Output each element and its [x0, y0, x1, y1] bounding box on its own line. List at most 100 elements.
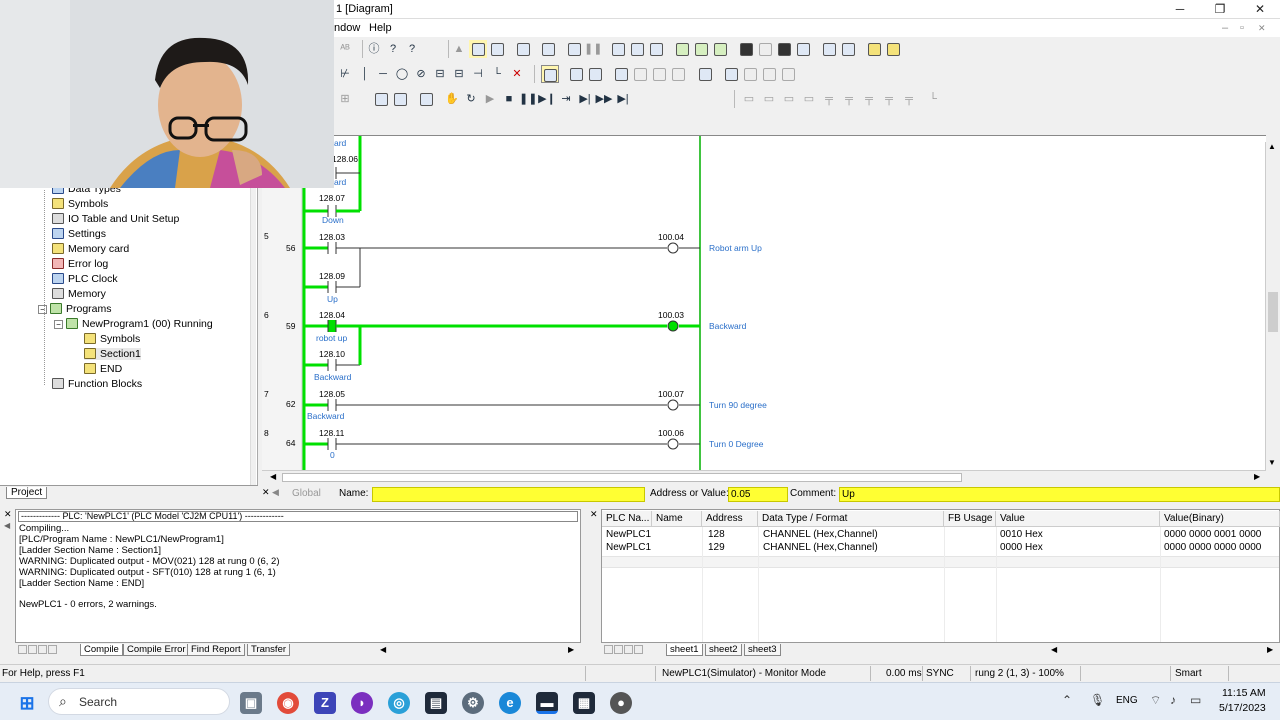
column-header[interactable]: Value(Binary)	[1160, 511, 1280, 527]
tree-item-section1[interactable]: Section1	[84, 348, 141, 360]
vertical-scrollbar[interactable]: ▲ ▼	[1265, 142, 1280, 470]
align3-icon[interactable]: ▭	[780, 90, 798, 108]
table2-icon[interactable]	[722, 65, 740, 83]
table-cell[interactable]: NewPLC1	[602, 529, 651, 540]
table-cell[interactable]: CHANNEL (Hex,Channel)	[759, 529, 878, 540]
mdi-restore-button[interactable]: ▫	[1240, 22, 1244, 34]
tab-project[interactable]: Project	[6, 487, 48, 499]
volume-icon[interactable]: ♪	[1170, 693, 1176, 707]
collapse-icon[interactable]: −	[38, 305, 47, 314]
edge-icon[interactable]: e	[499, 692, 521, 714]
contact-nc-icon[interactable]: ⊬	[336, 65, 354, 83]
step-in-icon[interactable]: ⇥	[557, 90, 575, 108]
tool-icon[interactable]	[839, 40, 857, 58]
chevron-up-icon[interactable]: ⌃	[1062, 693, 1072, 707]
stop-icon[interactable]: ■	[500, 90, 518, 108]
tree-item-settings[interactable]: Settings	[52, 228, 106, 240]
step-out-icon[interactable]: ▶|	[614, 90, 632, 108]
select-mode-icon[interactable]	[541, 65, 559, 83]
zoom-icon[interactable]	[567, 65, 585, 83]
force-cancel-icon[interactable]	[711, 40, 729, 58]
tree-item-plc-clock[interactable]: PLC Clock	[52, 273, 118, 285]
tab-sheet3[interactable]: sheet3	[744, 644, 781, 656]
close-icon[interactable]: ✕	[590, 509, 598, 520]
context-help-icon[interactable]: ?	[403, 40, 421, 58]
tab-transfer[interactable]: Transfer	[247, 644, 291, 656]
scroll-right-icon[interactable]: ▶	[568, 645, 574, 654]
find-icon[interactable]	[628, 40, 646, 58]
tab-find-report[interactable]: Find Report	[187, 644, 245, 656]
block2-icon[interactable]	[631, 65, 649, 83]
fb-icon[interactable]: ⊣	[469, 65, 487, 83]
wifi-icon[interactable]: ⌔	[1150, 693, 1161, 708]
scroll-thumb[interactable]	[282, 473, 962, 482]
up-icon[interactable]: ▲	[450, 40, 468, 58]
scroll-left-icon[interactable]: ◀	[1051, 645, 1057, 654]
window4-icon[interactable]	[794, 40, 812, 58]
tree-item-programs[interactable]: − Programs	[38, 303, 112, 315]
table4-icon[interactable]	[760, 65, 778, 83]
coil-nc-icon[interactable]: ⊘	[412, 65, 430, 83]
tab-sheet2[interactable]: sheet2	[705, 644, 742, 656]
info-icon[interactable]: ⓘ	[365, 40, 383, 58]
plc-mode-icon[interactable]	[565, 40, 583, 58]
coil-address[interactable]: 100.07	[658, 389, 684, 399]
app-icon[interactable]: Z	[314, 692, 336, 714]
language-indicator[interactable]: ENG	[1116, 695, 1138, 706]
close-icon[interactable]: ✕	[4, 509, 12, 520]
contact-address[interactable]: 128.03	[319, 232, 345, 242]
tab-compile-error[interactable]: Compile Error	[123, 644, 190, 656]
table-cell[interactable]: 0000 0000 0000 0000	[1160, 542, 1261, 553]
table-cell[interactable]: 0000 Hex	[996, 542, 1043, 553]
align7-icon[interactable]: ╤	[860, 90, 878, 108]
mdi-close-button[interactable]: ✕	[1258, 23, 1266, 34]
horizontal-scrollbar[interactable]: ◀ ▶	[262, 470, 1266, 484]
dock-icon[interactable]: ◀	[4, 521, 10, 530]
coil-address[interactable]: 100.04	[658, 232, 684, 242]
table-cell[interactable]: 0010 Hex	[996, 529, 1043, 540]
align8-icon[interactable]: ╤	[880, 90, 898, 108]
tree-item-memory[interactable]: Memory	[52, 288, 106, 300]
instruction-icon[interactable]: ⊟	[431, 65, 449, 83]
table3-icon[interactable]	[741, 65, 759, 83]
run-icon[interactable]: ▶	[481, 90, 499, 108]
contact-address[interactable]: 128.05	[319, 389, 345, 399]
align2-icon[interactable]: ▭	[760, 90, 778, 108]
clock-time[interactable]: 11:15 AM	[1222, 687, 1266, 699]
force-on-icon[interactable]	[673, 40, 691, 58]
cx-programmer-icon[interactable]: ▬	[536, 692, 558, 714]
mdi-minimize-button[interactable]: ‒	[1222, 22, 1228, 34]
step-over-icon[interactable]: ▶|	[576, 90, 594, 108]
column-header[interactable]: Value	[996, 511, 1160, 527]
fast-forward-icon[interactable]: ▶▶	[595, 90, 613, 108]
ab-icon[interactable]: ᴬᴮ	[336, 40, 354, 58]
vertical-line-icon[interactable]: │	[356, 65, 374, 83]
table5-icon[interactable]	[779, 65, 797, 83]
tab-sheet1[interactable]: sheet1	[666, 644, 703, 656]
tree-item-memory-card[interactable]: Memory card	[52, 243, 129, 255]
align9-icon[interactable]: ╤	[900, 90, 918, 108]
tree-item-function-blocks[interactable]: Function Blocks	[52, 378, 142, 390]
force-off-icon[interactable]	[692, 40, 710, 58]
hand-icon[interactable]: ✋	[443, 90, 461, 108]
wire-icon[interactable]: └	[488, 65, 506, 83]
grid-icon[interactable]	[586, 65, 604, 83]
horizontal-line-icon[interactable]: ─	[374, 65, 392, 83]
monitor-icon[interactable]	[488, 40, 506, 58]
settings-icon[interactable]: ⚙	[462, 692, 484, 714]
simulator2-icon[interactable]	[884, 40, 902, 58]
coil-address[interactable]: 100.03	[658, 310, 684, 320]
pause-run-icon[interactable]: ❚❚	[519, 90, 537, 108]
address-field[interactable]: 0.05	[728, 487, 788, 502]
window3-icon[interactable]	[775, 40, 793, 58]
tree-item-newprogram1[interactable]: − NewProgram1 (00) Running	[54, 318, 213, 330]
step-icon[interactable]: ⊞	[336, 90, 354, 108]
reset-icon[interactable]: ↻	[462, 90, 480, 108]
collapse-icon[interactable]: −	[54, 320, 63, 329]
close-button[interactable]: ✕	[1240, 0, 1280, 19]
online-icon[interactable]	[469, 40, 487, 58]
scroll-up-icon[interactable]: ▲	[1268, 142, 1276, 151]
table-cell[interactable]: 129	[704, 542, 725, 553]
tab-compile[interactable]: Compile	[80, 644, 123, 656]
clock-date[interactable]: 5/17/2023	[1219, 702, 1266, 714]
